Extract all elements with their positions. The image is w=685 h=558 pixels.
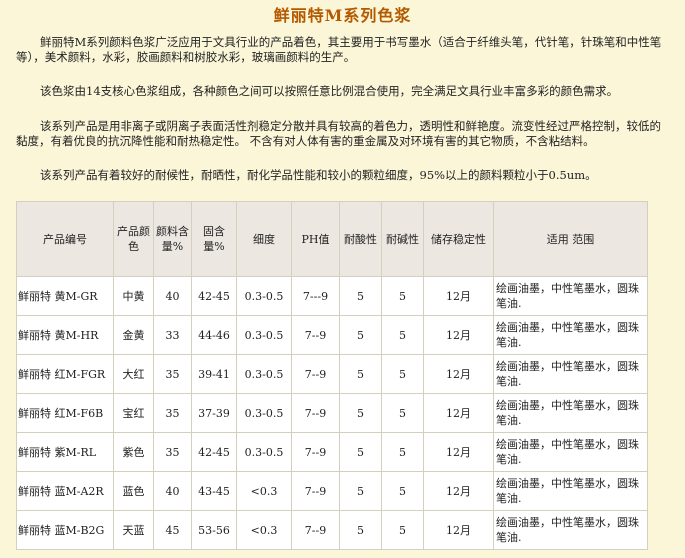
cell-ph: 7--9 bbox=[291, 471, 340, 511]
cell-solid: 42-45 bbox=[191, 432, 237, 472]
cell-usage: 绘画油墨，中性笔墨水，圆珠笔油. bbox=[493, 354, 648, 394]
product-spec-table: 产品编号 产品颜色 颜料含量% 固含量% 细度 PH值 耐酸性 耐碱性 储存稳定… bbox=[16, 201, 648, 550]
cell-usage: 绘画油墨，中性笔墨水，圆珠笔油. bbox=[493, 393, 648, 433]
header-application-scope: 适用 范围 bbox=[493, 201, 648, 277]
intro-paragraph-resistance: 该系列产品有着较好的耐候性，耐晒性，耐化学品性能和较小的颗粒细度，95%以上的颜… bbox=[40, 168, 597, 182]
cell-color: 宝红 bbox=[113, 393, 154, 433]
intro-paragraph-application: 鲜丽特M系列颜料色浆广泛应用于文具行业的产品着色，其主要用于书写墨水（适合于纤维… bbox=[16, 35, 662, 64]
table-row: 鲜丽特 蓝M-B2G 天蓝 45 53-56 <0.3 7--9 5 5 12月… bbox=[16, 510, 648, 550]
cell-ph: 7--9 bbox=[291, 315, 340, 355]
cell-pigment: 40 bbox=[153, 471, 192, 511]
header-ph: PH值 bbox=[291, 201, 340, 277]
cell-usage: 绘画油墨，中性笔墨水，圆珠笔油. bbox=[493, 276, 648, 316]
page-title: 鲜丽特M系列色浆 bbox=[273, 6, 412, 25]
cell-pigment: 35 bbox=[153, 393, 192, 433]
cell-storage: 12月 bbox=[423, 393, 494, 433]
cell-storage: 12月 bbox=[423, 432, 494, 472]
cell-product-code: 鲜丽特 红M-F6B bbox=[16, 393, 114, 433]
table-row: 鲜丽特 黄M-HR 金黄 33 44-46 0.3-0.5 7--9 5 5 1… bbox=[16, 315, 648, 355]
cell-product-code: 鲜丽特 红M-FGR bbox=[16, 354, 114, 394]
cell-alkali: 5 bbox=[381, 510, 424, 550]
cell-ph: 7---9 bbox=[291, 276, 340, 316]
cell-acid: 5 bbox=[339, 471, 382, 511]
cell-storage: 12月 bbox=[423, 471, 494, 511]
cell-ph: 7--9 bbox=[291, 354, 340, 394]
cell-color: 大红 bbox=[113, 354, 154, 394]
document-page: 鲜丽特M系列色浆 鲜丽特M系列颜料色浆广泛应用于文具行业的产品着色，其主要用于书… bbox=[0, 0, 685, 558]
table-row: 鲜丽特 紫M-RL 紫色 35 42-45 0.3-0.5 7--9 5 5 1… bbox=[16, 432, 648, 472]
cell-color: 中黄 bbox=[113, 276, 154, 316]
cell-fineness: 0.3-0.5 bbox=[236, 393, 292, 433]
table-row: 鲜丽特 蓝M-A2R 蓝色 40 43-45 <0.3 7--9 5 5 12月… bbox=[16, 471, 648, 511]
cell-acid: 5 bbox=[339, 354, 382, 394]
header-acid-resistance: 耐酸性 bbox=[339, 201, 382, 277]
cell-color: 紫色 bbox=[113, 432, 154, 472]
cell-acid: 5 bbox=[339, 276, 382, 316]
cell-solid: 39-41 bbox=[191, 354, 237, 394]
cell-color: 天蓝 bbox=[113, 510, 154, 550]
cell-color: 金黄 bbox=[113, 315, 154, 355]
header-alkali-resistance: 耐碱性 bbox=[381, 201, 424, 277]
cell-fineness: 0.3-0.5 bbox=[236, 432, 292, 472]
table-header-row: 产品编号 产品颜色 颜料含量% 固含量% 细度 PH值 耐酸性 耐碱性 储存稳定… bbox=[16, 201, 648, 277]
cell-pigment: 33 bbox=[153, 315, 192, 355]
cell-alkali: 5 bbox=[381, 276, 424, 316]
cell-solid: 43-45 bbox=[191, 471, 237, 511]
header-product-code: 产品编号 bbox=[16, 201, 114, 277]
intro-paragraph-properties: 该系列产品是用非离子或阴离子表面活性剂稳定分散并具有较高的着色力，透明性和鲜艳度… bbox=[16, 119, 661, 148]
header-storage-stability: 储存稳定性 bbox=[423, 201, 494, 277]
cell-solid: 53-56 bbox=[191, 510, 237, 550]
cell-acid: 5 bbox=[339, 315, 382, 355]
cell-pigment: 45 bbox=[153, 510, 192, 550]
cell-fineness: <0.3 bbox=[236, 510, 292, 550]
table-row: 鲜丽特 红M-F6B 宝红 35 37-39 0.3-0.5 7--9 5 5 … bbox=[16, 393, 648, 433]
cell-usage: 绘画油墨，中性笔墨水，圆珠笔油. bbox=[493, 471, 648, 511]
cell-pigment: 35 bbox=[153, 432, 192, 472]
cell-alkali: 5 bbox=[381, 315, 424, 355]
cell-product-code: 鲜丽特 蓝M-B2G bbox=[16, 510, 114, 550]
cell-usage: 绘画油墨，中性笔墨水，圆珠笔油. bbox=[493, 510, 648, 550]
cell-usage: 绘画油墨，中性笔墨水，圆珠笔油. bbox=[493, 432, 648, 472]
cell-acid: 5 bbox=[339, 393, 382, 433]
header-solid-content: 固含量% bbox=[191, 201, 237, 277]
cell-solid: 42-45 bbox=[191, 276, 237, 316]
header-pigment-content: 颜料含量% bbox=[153, 201, 192, 277]
cell-fineness: 0.3-0.5 bbox=[236, 315, 292, 355]
cell-alkali: 5 bbox=[381, 432, 424, 472]
cell-acid: 5 bbox=[339, 510, 382, 550]
cell-color: 蓝色 bbox=[113, 471, 154, 511]
cell-product-code: 鲜丽特 紫M-RL bbox=[16, 432, 114, 472]
header-product-color: 产品颜色 bbox=[113, 201, 154, 277]
cell-fineness: <0.3 bbox=[236, 471, 292, 511]
cell-fineness: 0.3-0.5 bbox=[236, 276, 292, 316]
table-row: 鲜丽特 红M-FGR 大红 35 39-41 0.3-0.5 7--9 5 5 … bbox=[16, 354, 648, 394]
cell-pigment: 40 bbox=[153, 276, 192, 316]
cell-storage: 12月 bbox=[423, 276, 494, 316]
intro-paragraph-composition: 该色浆由14支核心色浆组成，各种颜色之间可以按照任意比例混合使用，完全满足文具行… bbox=[40, 84, 619, 98]
cell-storage: 12月 bbox=[423, 510, 494, 550]
cell-fineness: 0.3-0.5 bbox=[236, 354, 292, 394]
table-row: 鲜丽特 黄M-GR 中黄 40 42-45 0.3-0.5 7---9 5 5 … bbox=[16, 276, 648, 316]
cell-pigment: 35 bbox=[153, 354, 192, 394]
cell-solid: 44-46 bbox=[191, 315, 237, 355]
cell-ph: 7--9 bbox=[291, 510, 340, 550]
cell-product-code: 鲜丽特 蓝M-A2R bbox=[16, 471, 114, 511]
header-fineness: 细度 bbox=[236, 201, 292, 277]
cell-alkali: 5 bbox=[381, 471, 424, 511]
cell-alkali: 5 bbox=[381, 393, 424, 433]
cell-acid: 5 bbox=[339, 432, 382, 472]
cell-usage: 绘画油墨，中性笔墨水，圆珠笔油. bbox=[493, 315, 648, 355]
cell-alkali: 5 bbox=[381, 354, 424, 394]
cell-ph: 7--9 bbox=[291, 432, 340, 472]
cell-product-code: 鲜丽特 黄M-GR bbox=[16, 276, 114, 316]
cell-ph: 7--9 bbox=[291, 393, 340, 433]
cell-storage: 12月 bbox=[423, 354, 494, 394]
cell-product-code: 鲜丽特 黄M-HR bbox=[16, 315, 114, 355]
cell-storage: 12月 bbox=[423, 315, 494, 355]
cell-solid: 37-39 bbox=[191, 393, 237, 433]
